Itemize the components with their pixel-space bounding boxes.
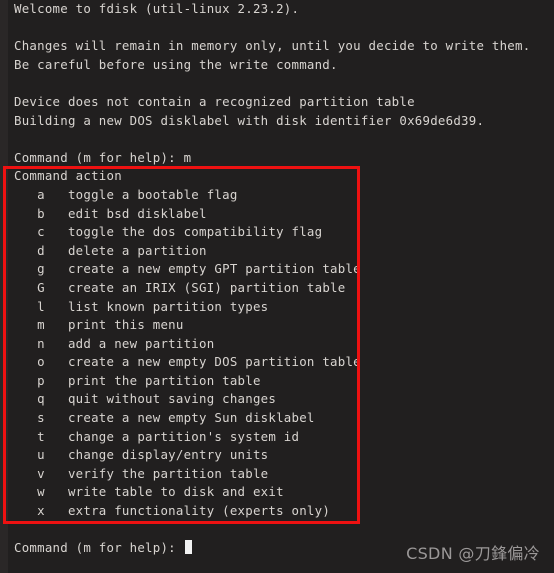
csdn-watermark: CSDN @刀鋒偏冷: [406, 544, 540, 563]
menu-item-key: G: [37, 279, 45, 295]
menu-item-key: x: [37, 503, 45, 519]
output-line-no-table: Device does not contain a recognized par…: [14, 93, 415, 109]
menu-item[interactable]: u change display/entry units: [0, 446, 554, 465]
menu-item[interactable]: x extra functionality (experts only): [0, 502, 554, 521]
menu-item-description: quit without saving changes: [67, 391, 277, 407]
menu-item-description: print the partition table: [67, 372, 261, 388]
menu-item[interactable]: t change a partition's system id: [0, 428, 554, 447]
menu-item[interactable]: d delete a partition: [0, 242, 554, 261]
menu-item-description: create a new empty DOS partition table: [67, 354, 361, 370]
menu-item[interactable]: p print the partition table: [0, 372, 554, 391]
menu-item-description: create a new empty GPT partition table: [67, 261, 361, 277]
menu-item-description: change display/entry units: [67, 447, 269, 463]
menu-item-description: extra functionality (experts only): [67, 503, 331, 519]
menu-item-description: verify the partition table: [67, 465, 269, 481]
menu-item-key: s: [37, 410, 45, 426]
menu-header: Command action: [14, 168, 122, 184]
menu-item-description: write table to disk and exit: [67, 484, 284, 500]
menu-item-key: t: [37, 428, 45, 444]
output-line-careful: Be careful before using the write comman…: [14, 56, 338, 72]
menu-item[interactable]: o create a new empty DOS partition table: [0, 353, 554, 372]
menu-item-key: l: [37, 298, 45, 314]
output-line-building: Building a new DOS disklabel with disk i…: [14, 112, 485, 128]
menu-item[interactable]: v verify the partition table: [0, 465, 554, 484]
output-line-welcome: Welcome to fdisk (util-linux 2.23.2).: [14, 1, 300, 16]
menu-item[interactable]: a toggle a bootable flag: [0, 186, 554, 205]
menu-item-key: d: [37, 242, 45, 258]
menu-item-description: toggle the dos compatibility flag: [67, 224, 323, 240]
fdisk-terminal-output[interactable]: Welcome to fdisk (util-linux 2.23.2). Ch…: [0, 0, 554, 573]
menu-item-key: p: [37, 372, 45, 388]
menu-item-description: print this menu: [67, 317, 184, 333]
menu-item[interactable]: q quit without saving changes: [0, 390, 554, 409]
output-line-blank-1: [0, 19, 554, 38]
menu-item-description: add a new partition: [67, 335, 215, 351]
menu-item[interactable]: n add a new partition: [0, 335, 554, 354]
fdisk-menu-list: a toggle a bootable flag b edit bsd disk…: [0, 186, 554, 521]
menu-item-description: create a new empty Sun disklabel: [67, 410, 315, 426]
menu-item[interactable]: m print this menu: [0, 316, 554, 335]
output-line-blank-2: [0, 74, 554, 93]
menu-item-description: list known partition types: [67, 298, 269, 314]
menu-item-description: edit bsd disklabel: [67, 205, 207, 221]
menu-item-key: a: [37, 186, 45, 202]
command-prompt-entered: Command (m for help): m: [14, 149, 192, 165]
output-line-blank-3: [0, 130, 554, 149]
menu-item-key: v: [37, 465, 45, 481]
output-line-blank-4: [0, 521, 554, 540]
menu-item-key: b: [37, 205, 45, 221]
menu-item-description: change a partition's system id: [67, 428, 300, 444]
menu-item[interactable]: c toggle the dos compatibility flag: [0, 223, 554, 242]
menu-item-key: n: [37, 335, 45, 351]
menu-item[interactable]: l list known partition types: [0, 298, 554, 317]
menu-item-key: u: [37, 447, 45, 463]
terminal-screenshot: Welcome to fdisk (util-linux 2.23.2). Ch…: [0, 0, 554, 573]
menu-item[interactable]: b edit bsd disklabel: [0, 205, 554, 224]
menu-item[interactable]: w write table to disk and exit: [0, 483, 554, 502]
menu-item-description: delete a partition: [67, 242, 207, 258]
menu-item-key: q: [37, 391, 45, 407]
menu-item-key: g: [37, 261, 45, 277]
menu-item-description: toggle a bootable flag: [67, 186, 238, 202]
menu-item-key: c: [37, 224, 45, 240]
output-line-changes: Changes will remain in memory only, unti…: [14, 38, 531, 54]
text-cursor: [184, 540, 192, 555]
menu-item[interactable]: g create a new empty GPT partition table: [0, 260, 554, 279]
menu-item[interactable]: G create an IRIX (SGI) partition table: [0, 279, 554, 298]
menu-item-key: m: [37, 317, 45, 333]
menu-item[interactable]: s create a new empty Sun disklabel: [0, 409, 554, 428]
menu-item-key: o: [37, 354, 45, 370]
menu-item-key: w: [37, 484, 45, 500]
command-prompt-label: Command (m for help):: [14, 540, 184, 556]
menu-item-description: create an IRIX (SGI) partition table: [67, 279, 346, 295]
